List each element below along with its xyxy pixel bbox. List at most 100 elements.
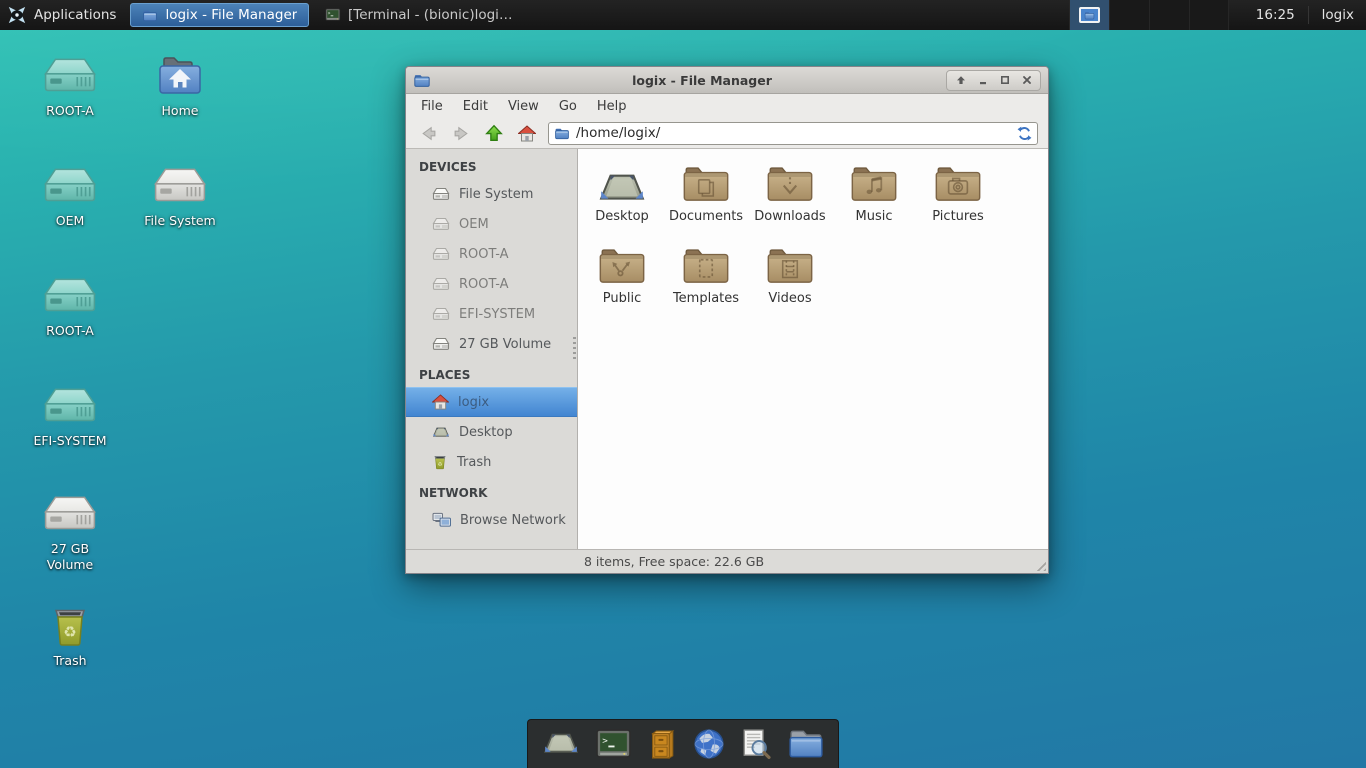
- workspace-2[interactable]: [1109, 0, 1149, 30]
- drive-icon: [43, 494, 97, 536]
- refresh-button[interactable]: [1017, 126, 1032, 141]
- up-icon: [485, 124, 503, 142]
- dock-show-desktop-button[interactable]: [542, 729, 580, 759]
- desktop-icon-oem[interactable]: OEM: [18, 166, 122, 229]
- dock-file-search-button[interactable]: [740, 728, 772, 760]
- file-item-desktop[interactable]: Desktop: [580, 163, 664, 245]
- workspace-4[interactable]: [1189, 0, 1229, 30]
- maximize-icon: [999, 74, 1011, 86]
- applications-menu-label: Applications: [34, 7, 116, 23]
- username-label: logix: [1309, 0, 1366, 30]
- sidebar-item-root-a-1[interactable]: ROOT-A: [406, 239, 577, 269]
- desktop-icon-label: File System: [144, 213, 216, 229]
- up-button[interactable]: [482, 121, 506, 145]
- sidebar-item-file-system[interactable]: File System: [406, 179, 577, 209]
- sidebar-item-browse-network[interactable]: Browse Network: [406, 505, 577, 535]
- sidebar-item-27gb-volume[interactable]: 27 GB Volume: [406, 329, 577, 359]
- desktop-icon-root-a-2[interactable]: ROOT-A: [18, 276, 122, 339]
- file-item-downloads[interactable]: Downloads: [748, 163, 832, 245]
- file-cabinet-icon: [647, 729, 678, 760]
- file-item-videos[interactable]: Videos: [748, 245, 832, 327]
- minimize-icon: [977, 74, 989, 86]
- menu-go[interactable]: Go: [549, 96, 587, 117]
- globe-icon: [693, 728, 725, 760]
- music-folder-icon: [849, 163, 899, 205]
- sidebar-item-oem[interactable]: OEM: [406, 209, 577, 239]
- shade-icon: [955, 74, 967, 86]
- drive-icon: [432, 187, 450, 201]
- window-body: DEVICES File System OEM ROOT-A ROOT-A: [406, 149, 1048, 549]
- applications-menu-button[interactable]: Applications: [0, 0, 128, 30]
- devices-header: DEVICES: [406, 151, 577, 179]
- drive-icon: [432, 277, 450, 291]
- desktop-icon-efi-system[interactable]: EFI-SYSTEM: [18, 386, 122, 449]
- close-button[interactable]: [1017, 72, 1036, 89]
- dock-file-cabinet-button[interactable]: [647, 729, 678, 760]
- workspace-switcher: [1069, 0, 1229, 30]
- file-item-templates[interactable]: Templates: [664, 245, 748, 327]
- sidebar-item-desktop[interactable]: Desktop: [406, 417, 577, 447]
- desktop-icon-root-a-1[interactable]: ROOT-A: [18, 56, 122, 119]
- resize-grip[interactable]: [1033, 558, 1046, 571]
- maximize-button[interactable]: [995, 72, 1014, 89]
- desktop-icon-trash[interactable]: Trash: [18, 604, 122, 669]
- back-button[interactable]: [416, 121, 440, 145]
- home-button[interactable]: [515, 121, 539, 145]
- show-desktop-icon: [542, 729, 580, 759]
- shade-button[interactable]: [951, 72, 970, 89]
- path-entry[interactable]: /home/logix/: [548, 122, 1038, 145]
- toolbar: /home/logix/: [406, 118, 1048, 149]
- public-folder-icon: [597, 245, 647, 287]
- dock-terminal-button[interactable]: [595, 729, 632, 760]
- file-item-pictures[interactable]: Pictures: [916, 163, 1000, 245]
- file-item-documents[interactable]: Documents: [664, 163, 748, 245]
- file-item-public[interactable]: Public: [580, 245, 664, 327]
- drive-icon: [432, 247, 450, 261]
- sidebar-item-logix[interactable]: logix: [406, 387, 577, 417]
- forward-button[interactable]: [449, 121, 473, 145]
- folder-icon: [554, 127, 570, 140]
- dock-file-manager-button[interactable]: [787, 728, 825, 760]
- drive-icon: [153, 166, 207, 208]
- menubar: File Edit View Go Help: [406, 94, 1048, 118]
- menu-file[interactable]: File: [411, 96, 453, 117]
- menu-help[interactable]: Help: [587, 96, 637, 117]
- desktop-icon-label: Trash: [53, 653, 86, 669]
- trash-icon: [47, 604, 93, 648]
- menu-edit[interactable]: Edit: [453, 96, 498, 117]
- task-button-file-manager[interactable]: logix - File Manager: [130, 3, 309, 27]
- path-text: /home/logix/: [576, 125, 660, 141]
- workspace-3[interactable]: [1149, 0, 1189, 30]
- xfce-mouse-icon: [7, 5, 27, 25]
- pane-resize-handle[interactable]: [573, 337, 576, 361]
- desktop-icon-file-system[interactable]: File System: [128, 166, 232, 229]
- desktop-icon-home[interactable]: Home: [128, 54, 232, 119]
- sidebar-item-efi-system[interactable]: EFI-SYSTEM: [406, 299, 577, 329]
- desktop-icon-label: OEM: [56, 213, 85, 229]
- file-manager-folder-icon: [787, 728, 825, 760]
- minimize-button[interactable]: [973, 72, 992, 89]
- titlebar[interactable]: logix - File Manager: [406, 67, 1048, 94]
- file-item-music[interactable]: Music: [832, 163, 916, 245]
- refresh-icon: [1017, 126, 1032, 141]
- trash-icon: [432, 454, 448, 470]
- drive-icon: [43, 386, 97, 428]
- sidebar-item-trash[interactable]: Trash: [406, 447, 577, 477]
- file-search-icon: [740, 728, 772, 760]
- network-header: NETWORK: [406, 477, 577, 505]
- sidebar-item-root-a-2[interactable]: ROOT-A: [406, 269, 577, 299]
- desktop-icon: [432, 426, 450, 439]
- terminal-icon: [325, 8, 341, 22]
- menu-view[interactable]: View: [498, 96, 549, 117]
- workspace-window-thumbnail: [1079, 7, 1100, 23]
- desktop-icon-27gb-volume[interactable]: 27 GB Volume: [18, 494, 122, 574]
- drive-icon: [432, 337, 450, 351]
- dock-web-browser-button[interactable]: [693, 728, 725, 760]
- network-icon: [432, 512, 451, 528]
- workspace-1[interactable]: [1069, 0, 1109, 30]
- documents-folder-icon: [681, 163, 731, 205]
- desktop: Applications logix - File Manager [Termi…: [0, 0, 1366, 768]
- task-button-terminal[interactable]: [Terminal - (bionic)logix...: [313, 3, 528, 27]
- dock: [527, 719, 839, 768]
- close-icon: [1021, 74, 1033, 86]
